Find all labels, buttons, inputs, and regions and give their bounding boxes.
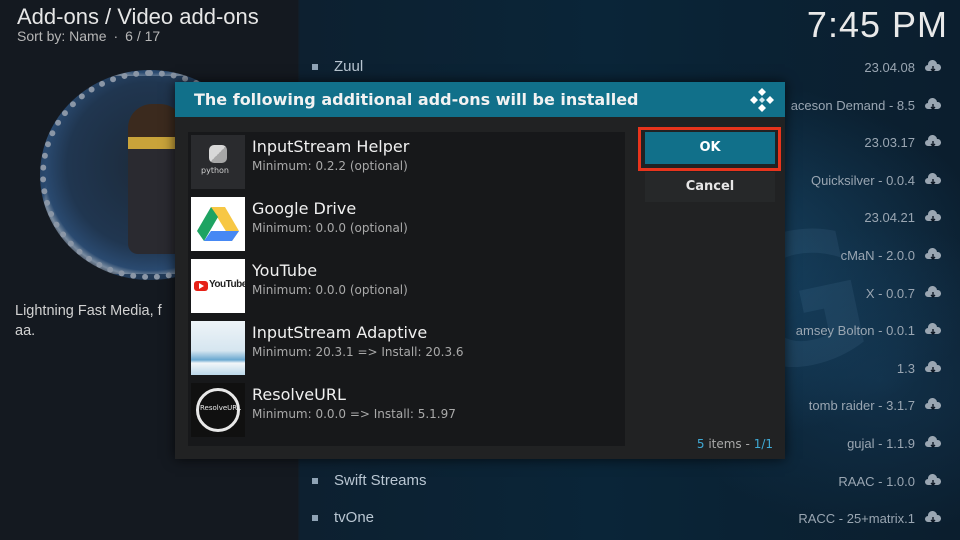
youtube-logo-text: YouTube	[209, 279, 245, 290]
list-item[interactable]: Swift Streams RAAC - 1.0.0	[300, 464, 960, 501]
addon-version: RAAC - 1.0.0	[838, 473, 915, 489]
addon-description: Lightning Fast Media, f aa.	[15, 303, 162, 339]
dialog-title: The following additional add-ons will be…	[194, 90, 639, 109]
resolveurl-logo-text: ResolveURL	[200, 404, 242, 412]
cloud-download-icon	[925, 60, 941, 72]
ok-button-highlight-box	[638, 127, 781, 171]
cloud-download-icon	[925, 511, 941, 524]
list-position: 6 / 17	[125, 28, 161, 44]
addon-name: Swift Streams	[334, 471, 427, 489]
addon-name: InputStream Adaptive	[252, 323, 428, 342]
addon-version-detail: Minimum: 0.0.0 (optional)	[252, 221, 408, 235]
item-count-label: items	[708, 437, 742, 451]
page-indicator: 1/1	[753, 437, 773, 451]
python-logo-text: python	[201, 166, 229, 175]
addon-version: X - 0.0.7	[865, 285, 915, 301]
list-item[interactable]: YouTube YouTube Minimum: 0.0.0 (optional…	[188, 256, 625, 318]
addon-version: 23.04.21	[864, 210, 915, 226]
addon-version: gujal - 1.1.9	[847, 436, 915, 451]
item-count-separator: -	[745, 437, 750, 451]
addon-version-detail: Minimum: 0.0.0 (optional)	[252, 283, 408, 297]
list-bullet	[312, 477, 318, 484]
list-bullet	[312, 64, 318, 70]
google-drive-logo	[197, 207, 239, 241]
clock: 7:45 PM	[806, 4, 948, 45]
addon-version-detail: Minimum: 0.2.2 (optional)	[252, 159, 408, 173]
addon-version: 23.03.17	[864, 135, 915, 151]
list-bullet	[312, 515, 318, 522]
python-icon: python	[191, 135, 245, 189]
addon-dependency-list: python InputStream Helper Minimum: 0.2.2…	[188, 132, 625, 446]
cloud-download-icon	[925, 436, 941, 448]
separator-dot: ·	[113, 28, 119, 44]
addon-version-detail: Minimum: 20.3.1 => Install: 20.3.6	[252, 345, 464, 359]
addon-version: amsey Bolton - 0.0.1	[795, 323, 915, 339]
cloud-download-icon	[925, 360, 941, 373]
item-count: 5 items - 1/1	[697, 437, 773, 451]
cloud-download-icon	[925, 285, 941, 298]
list-item[interactable]: python InputStream Helper Minimum: 0.2.2…	[188, 132, 625, 194]
list-item[interactable]: ResolveURL ResolveURL Minimum: 0.0.0 => …	[188, 380, 625, 442]
cloud-download-icon	[925, 172, 941, 185]
addon-version: aceson Demand - 8.5	[790, 97, 915, 113]
list-item[interactable]: tvOne RACC - 25+matrix.1	[300, 501, 960, 538]
resolveurl-icon: ResolveURL	[191, 383, 245, 437]
addon-name: tvOne	[334, 509, 375, 527]
addon-version: tomb raider - 3.1.7	[808, 398, 915, 414]
cancel-button[interactable]: Cancel	[645, 172, 775, 202]
cloud-download-icon	[925, 210, 941, 223]
cloud-download-icon	[925, 248, 941, 260]
kodi-logo-icon	[750, 88, 774, 112]
dialog-header: The following additional add-ons will be…	[175, 82, 785, 117]
inputstream-adaptive-icon	[191, 321, 245, 375]
addon-name: Google Drive	[252, 199, 357, 218]
item-count-number: 5	[696, 437, 705, 451]
addon-version: 1.3	[896, 360, 915, 376]
addon-name: InputStream Helper	[252, 137, 410, 156]
cloud-download-icon	[925, 398, 941, 411]
addon-name: YouTube	[252, 261, 318, 280]
addon-name: ResolveURL	[252, 385, 346, 404]
sort-line[interactable]: Sort by: Name · 6 / 17	[17, 28, 160, 44]
cloud-download-icon	[925, 473, 941, 486]
addon-version: Quicksilver - 0.0.4	[810, 172, 915, 188]
list-item[interactable]: InputStream Adaptive Minimum: 20.3.1 => …	[188, 318, 625, 380]
youtube-play-icon	[194, 281, 208, 291]
addon-version: cMaN - 2.0.0	[840, 248, 915, 263]
cloud-download-icon	[925, 135, 941, 148]
youtube-icon: YouTube	[191, 259, 245, 313]
google-drive-icon	[191, 197, 245, 251]
addon-name: Zuul	[334, 58, 364, 75]
breadcrumb: Add-ons / Video add-ons	[17, 4, 259, 29]
cloud-download-icon	[925, 323, 941, 336]
addon-version-detail: Minimum: 0.0.0 => Install: 5.1.97	[252, 407, 456, 421]
addon-version: 23.04.08	[864, 60, 915, 75]
addon-version: RACC - 25+matrix.1	[798, 511, 915, 527]
list-item[interactable]: Google Drive Minimum: 0.0.0 (optional)	[188, 194, 625, 256]
python-logo-shape	[209, 145, 227, 163]
sort-label: Sort by: Name	[17, 28, 107, 44]
cloud-download-icon	[925, 97, 941, 110]
